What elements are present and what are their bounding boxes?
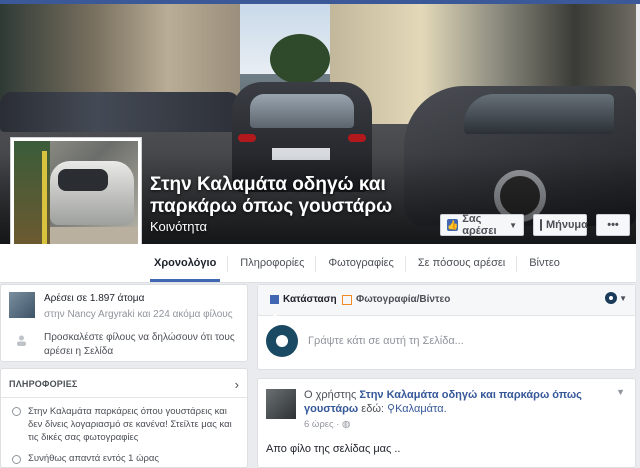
page-title[interactable]: Στην Καλαμάτα οδηγώ και παρκάρω όπως γου…: [150, 174, 410, 218]
post-header: Ο χρήστης Στην Καλαμάτα οδηγώ και παρκάρ…: [304, 388, 614, 416]
post-timestamp[interactable]: 6 ώρες · ◍: [304, 419, 350, 430]
location-pin-icon: ⚲: [387, 403, 396, 415]
about-text: Στην Καλαμάτα παρκάρεις όπου γουστάρεις …: [28, 406, 232, 443]
tab-photos[interactable]: Φωτογραφίες: [316, 244, 406, 282]
chevron-down-icon: ▼: [619, 293, 627, 303]
friend-avatar[interactable]: [9, 292, 35, 318]
status-label: Κατάσταση: [283, 294, 337, 305]
post-composer: Κατάσταση Φωτογραφία/Βίντεο ▼ Γράψτε κάτ…: [257, 284, 636, 370]
message-icon: [540, 219, 542, 231]
like-button[interactable]: 👍 Σας αρέσει ▼: [440, 213, 524, 237]
post-time-text[interactable]: 6 ώρες: [304, 419, 334, 430]
likes-card: Αρέσει σε 1.897 άτομα στην Nancy Argyrak…: [0, 284, 248, 362]
composer-avatar: [266, 325, 298, 357]
page-avatar-icon: [605, 292, 618, 304]
about-header[interactable]: ΠΛΗΡΟΦΟΡΙΕΣ: [9, 379, 78, 389]
post-prefix: Ο χρήστης: [304, 389, 357, 401]
photo-video-tab[interactable]: Φωτογραφία/Βίντεο: [342, 294, 450, 305]
tab-label: Πληροφορίες: [240, 257, 305, 269]
tab-label: Χρονολόγιο: [154, 257, 217, 269]
more-icon: •••: [607, 219, 619, 231]
camera-icon: [342, 294, 352, 305]
globe-icon: ◍: [342, 419, 351, 430]
message-button[interactable]: Μήνυμα: [533, 214, 588, 236]
clock-icon: [12, 455, 21, 464]
page-category[interactable]: Κοινότητα: [150, 219, 207, 234]
response-time: Συνήθως απαντά εντός 1 ώρας: [28, 453, 159, 464]
invite-friends-link[interactable]: Προσκαλέστε φίλους να δηλώσουν ότι τους …: [44, 331, 240, 359]
post-author-avatar[interactable]: [266, 389, 296, 419]
post-location-link[interactable]: Καλαμάτα.: [395, 403, 447, 415]
invite-icon: [17, 335, 26, 346]
tab-about[interactable]: Πληροφορίες: [228, 244, 317, 282]
audience-selector[interactable]: ▼: [605, 292, 627, 304]
status-tab[interactable]: Κατάσταση: [270, 294, 337, 305]
about-card: ΠΛΗΡΟΦΟΡΙΕΣ › Στην Καλαμάτα παρκάρεις όπ…: [0, 368, 248, 468]
tab-timeline[interactable]: Χρονολόγιο: [142, 244, 229, 282]
tab-likes[interactable]: Σε πόσους αρέσει: [406, 244, 518, 282]
info-icon: [12, 407, 21, 416]
cover-actions: 👍 Σας αρέσει ▼ Μήνυμα •••: [440, 213, 630, 237]
page-tab-bar: Χρονολόγιο Πληροφορίες Φωτογραφίες Σε πό…: [0, 244, 636, 283]
tab-label: Σε πόσους αρέσει: [417, 257, 506, 269]
more-button[interactable]: •••: [596, 214, 630, 236]
tab-label: Βίντεο: [529, 257, 560, 269]
thumbs-up-icon: 👍: [447, 219, 459, 231]
chevron-right-icon[interactable]: ›: [235, 377, 239, 392]
feed-post: Ο χρήστης Στην Καλαμάτα οδηγώ και παρκάρ…: [257, 378, 636, 468]
photo-video-label: Φωτογραφία/Βίντεο: [356, 294, 451, 305]
message-button-label: Μήνυμα: [546, 219, 588, 231]
post-body: Απο φίλο της σελίδας μας ..: [266, 443, 401, 455]
likes-count[interactable]: Αρέσει σε 1.897 άτομα: [44, 293, 144, 304]
tab-label: Φωτογραφίες: [328, 257, 394, 269]
tab-videos[interactable]: Βίντεο: [517, 244, 572, 282]
pencil-icon: [270, 295, 279, 304]
chevron-down-icon: ▼: [509, 220, 517, 230]
location-prefix: εδώ:: [361, 403, 384, 415]
composer-input[interactable]: Γράψτε κάτι σε αυτή τη Σελίδα...: [308, 335, 464, 347]
like-button-label: Σας αρέσει: [462, 213, 497, 237]
friends-who-like[interactable]: στην Nancy Argyraki και 224 ακόμα φίλους: [44, 309, 233, 320]
post-options-icon[interactable]: ▼: [616, 387, 625, 397]
